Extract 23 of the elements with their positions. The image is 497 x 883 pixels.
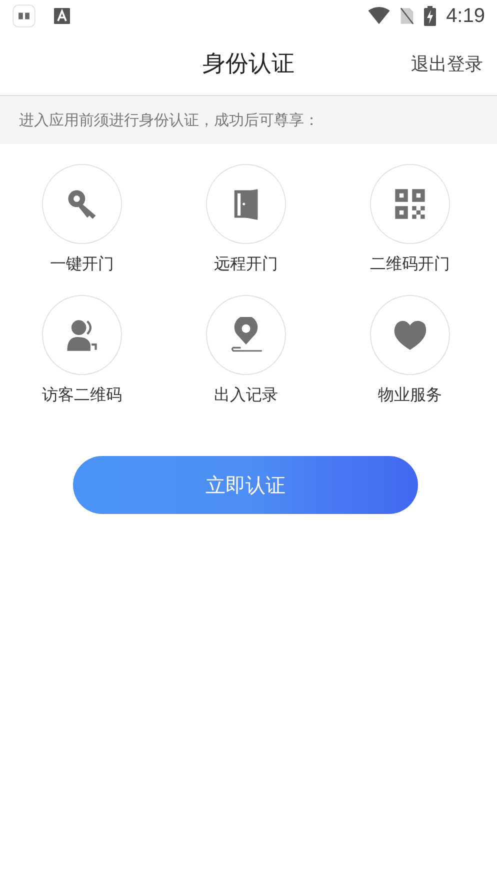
visitor-icon bbox=[64, 317, 100, 353]
feature-button[interactable] bbox=[206, 164, 286, 244]
feature-label: 一键开门 bbox=[50, 254, 114, 275]
feature-button[interactable] bbox=[370, 164, 450, 244]
feature-label: 物业服务 bbox=[378, 385, 442, 406]
page-title: 身份认证 bbox=[202, 50, 294, 79]
qr-code-icon bbox=[392, 186, 428, 222]
no-sim-icon bbox=[400, 7, 414, 25]
feature-label: 访客二维码 bbox=[42, 385, 122, 406]
app-icon bbox=[12, 4, 36, 28]
notice-text: 进入应用前须进行身份认证，成功后可尊享： bbox=[19, 110, 319, 130]
feature-label: 出入记录 bbox=[214, 385, 278, 406]
app-icon bbox=[54, 8, 70, 24]
feature-button[interactable] bbox=[42, 164, 122, 244]
feature-button[interactable] bbox=[42, 295, 122, 375]
clock: 4:19 bbox=[446, 4, 485, 28]
wifi-icon bbox=[368, 7, 390, 25]
logout-link[interactable]: 退出登录 bbox=[411, 52, 483, 76]
feature-label: 二维码开门 bbox=[370, 254, 450, 275]
battery-icon bbox=[424, 6, 436, 26]
feature-button[interactable] bbox=[370, 295, 450, 375]
feature-label: 远程开门 bbox=[214, 254, 278, 275]
feature-button[interactable] bbox=[206, 295, 286, 375]
